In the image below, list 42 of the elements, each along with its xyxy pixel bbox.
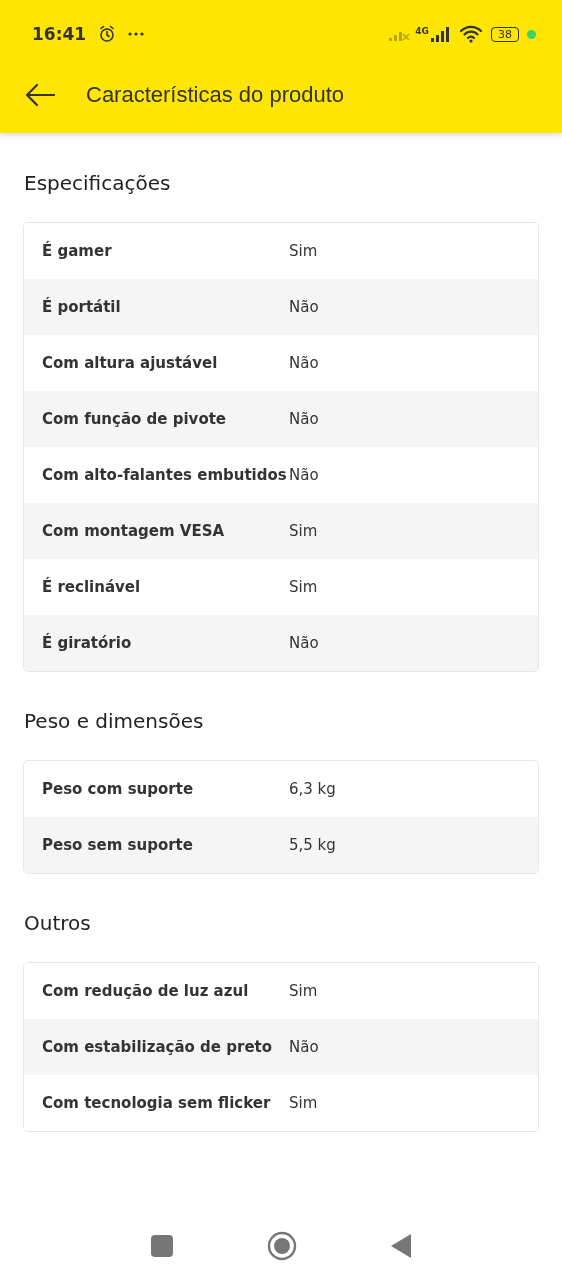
spec-value: Sim bbox=[289, 1094, 318, 1112]
spec-value: Não bbox=[289, 298, 319, 316]
recent-apps-icon[interactable] bbox=[151, 1235, 173, 1257]
spec-value: 5,5 kg bbox=[289, 836, 336, 854]
back-arrow-icon[interactable] bbox=[24, 82, 56, 107]
wifi-icon bbox=[459, 25, 483, 43]
spec-name: É gamer bbox=[41, 242, 113, 260]
spec-value: Não bbox=[289, 634, 319, 652]
spec-value: Não bbox=[289, 466, 319, 484]
spec-value: Sim bbox=[289, 242, 318, 260]
spec-name: Peso sem suporte bbox=[41, 836, 194, 854]
status-time: 16:41 bbox=[32, 24, 87, 44]
spec-name: É portátil bbox=[41, 298, 122, 316]
spec-value: Sim bbox=[289, 522, 318, 540]
section-title: Especificações bbox=[24, 170, 172, 197]
spec-value: Não bbox=[289, 1038, 319, 1056]
spec-value: 6,3 kg bbox=[289, 780, 336, 798]
spec-name: Com função de pivote bbox=[41, 410, 228, 428]
spec-name: Com tecnologia sem flicker bbox=[41, 1094, 272, 1112]
spec-value: Não bbox=[289, 354, 319, 372]
spec-name: Peso com suporte bbox=[41, 780, 195, 798]
back-icon[interactable] bbox=[391, 1234, 411, 1258]
spec-value: Sim bbox=[289, 982, 318, 1000]
network-type: 4G bbox=[415, 26, 429, 36]
alarm-clock-icon bbox=[98, 25, 117, 43]
status-dot-icon bbox=[527, 29, 536, 39]
battery-level: 38 bbox=[491, 26, 519, 42]
more-dots-icon bbox=[128, 32, 145, 36]
spec-value: Não bbox=[289, 410, 319, 428]
spec-name: Com alto-falantes embutidos bbox=[41, 466, 288, 484]
spec-name: Com montagem VESA bbox=[41, 522, 226, 540]
spec-name: Com altura ajustável bbox=[41, 354, 219, 372]
section-title: Peso e dimensões bbox=[24, 708, 205, 735]
signal-icon bbox=[431, 26, 451, 42]
section-title: Outros bbox=[24, 910, 92, 937]
page-title: Características do produto bbox=[86, 81, 345, 108]
spec-name: Com redução de luz azul bbox=[41, 982, 250, 1000]
spec-name: É giratório bbox=[41, 634, 133, 652]
spec-name: É reclinável bbox=[41, 578, 142, 596]
spec-name: Com estabilização de preto bbox=[41, 1038, 274, 1056]
home-icon[interactable] bbox=[267, 1231, 297, 1261]
spec-value: Sim bbox=[289, 578, 318, 596]
